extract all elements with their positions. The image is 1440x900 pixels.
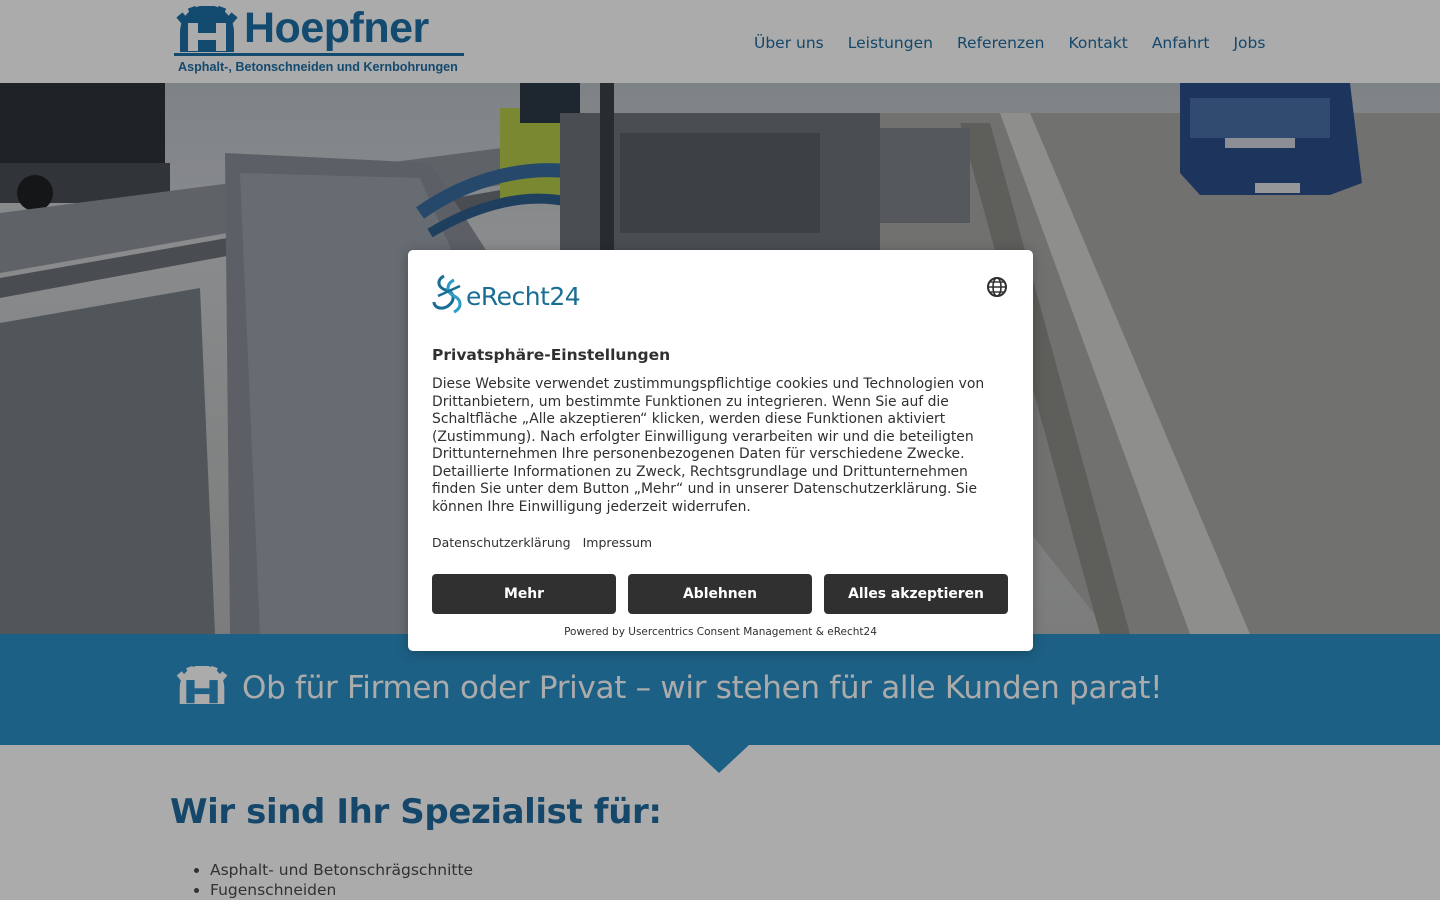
consent-description: Diese Website verwendet zustimmungspflic… <box>432 376 985 515</box>
erecht24-wordmark: eRecht24 <box>466 282 581 311</box>
consent-title: Privatsphäre-Einstellungen <box>432 346 671 364</box>
deny-button[interactable]: Ablehnen <box>628 574 812 614</box>
imprint-link[interactable]: Impressum <box>583 534 652 551</box>
accept-all-button[interactable]: Alles akzeptieren <box>824 574 1008 614</box>
consent-links: Datenschutzerklärung Impressum <box>432 534 664 551</box>
consent-dialog: eRecht24 Privatsphäre-Einstellungen Dies… <box>408 250 1033 651</box>
globe-icon[interactable] <box>986 276 1008 298</box>
privacy-policy-link[interactable]: Datenschutzerklärung <box>432 534 571 551</box>
more-button[interactable]: Mehr <box>432 574 616 614</box>
erecht24-mark-icon <box>432 274 462 314</box>
powered-by-text: Powered by Usercentrics Consent Manageme… <box>564 626 877 638</box>
erecht24-logo: eRecht24 <box>432 274 602 314</box>
